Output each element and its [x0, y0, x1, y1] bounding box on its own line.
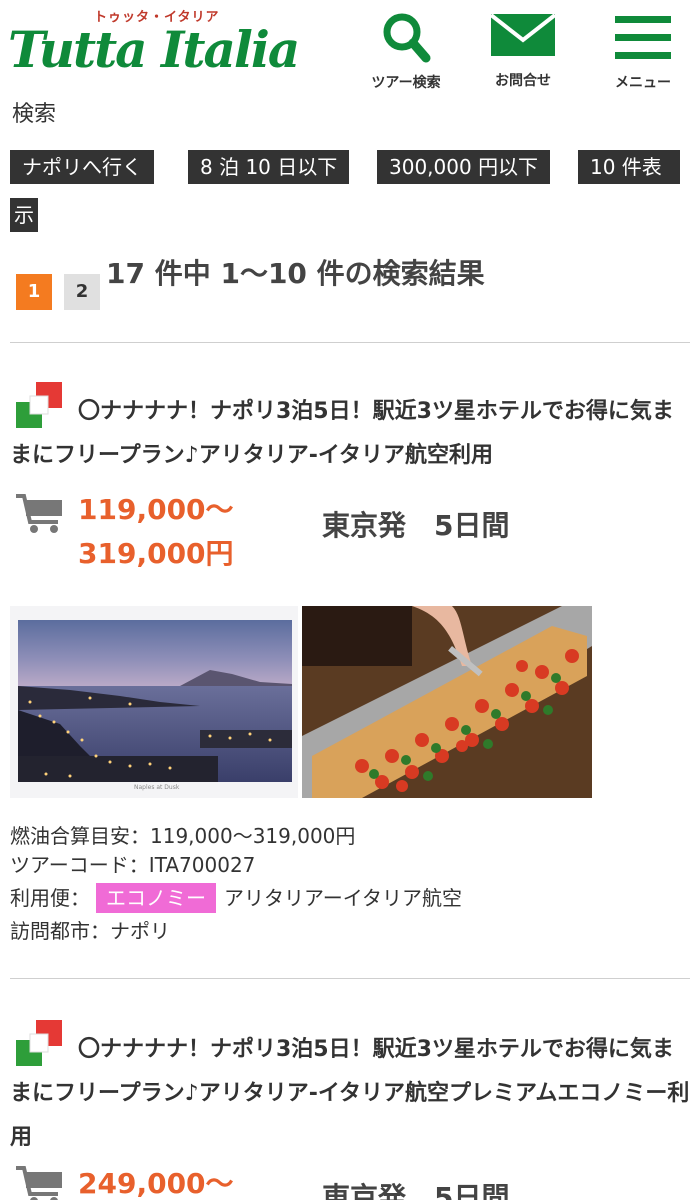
logo-wordmark: Tutta Italia — [8, 20, 300, 79]
nav-menu[interactable]: メニュー — [593, 10, 693, 96]
tour-cities: 訪問都市：ナポリ — [10, 919, 170, 943]
divider — [10, 342, 690, 343]
tour-title[interactable]: 〇ナナナナ！ナポリ3泊5日！駅近3ツ星ホテルでお得に気ままにフリープラン♪アリタ… — [10, 390, 690, 478]
site-header: トゥッタ・イタリア Tutta Italia ツアー検索 お問合せ メニュー — [0, 0, 700, 100]
tour-flight: 利用便： エコノミー アリタリアーイタリア航空 — [10, 882, 462, 913]
tag-display-count[interactable]: 10 件表 — [578, 150, 680, 184]
tour-code: ツアーコード：ITA700027 — [10, 853, 256, 877]
naples-photo-image — [18, 620, 292, 798]
tour-card[interactable]: 〇ナナナナ！ナポリ3泊5日！駅近3ツ星ホテルでお得に気ままにフリープラン♪アリタ… — [0, 380, 700, 970]
divider — [10, 978, 690, 979]
result-count: 17 件中 1〜10 件の検索結果 — [106, 257, 485, 290]
nav-tour-search-label: ツアー検索 — [371, 75, 441, 91]
tour-fuel-estimate: 燃油合算目安：119,000〜319,000円 — [10, 824, 356, 848]
page-button-1[interactable]: 1 — [16, 274, 52, 310]
tour-card[interactable]: 〇ナナナナ！ナポリ3泊5日！駅近3ツ星ホテルでお得に気ままにフリープラン♪アリタ… — [0, 1018, 700, 1200]
search-icon — [383, 13, 431, 63]
cart-icon — [16, 494, 62, 533]
tour-photo-naples[interactable]: Naples at Dusk — [10, 606, 298, 798]
search-section-title: 検索 — [12, 102, 57, 127]
tour-price-from: 249,000〜 — [78, 1167, 234, 1200]
economy-class-badge: エコノミー — [96, 883, 216, 913]
photo-caption: Naples at Dusk — [134, 784, 180, 791]
page-button-2[interactable]: 2 — [64, 274, 100, 310]
mail-icon — [490, 13, 556, 56]
tour-price-from: 119,000〜 — [78, 493, 234, 526]
site-logo[interactable]: トゥッタ・イタリア Tutta Italia — [8, 6, 348, 86]
tag-destination[interactable]: ナポリへ行く — [10, 150, 154, 184]
tour-airline: アリタリアーイタリア航空 — [224, 886, 462, 910]
tour-price: 119,000〜 319,000円 — [78, 488, 278, 576]
cart-icon — [16, 1166, 62, 1200]
tag-display-count-cont[interactable]: 示 — [10, 198, 38, 232]
tour-departure: 東京発 5日間 — [322, 1181, 510, 1200]
tag-duration[interactable]: 8 泊 10 日以下 — [188, 150, 350, 184]
nav-menu-label: メニュー — [615, 75, 671, 91]
nav-contact[interactable]: お問合せ — [473, 10, 573, 96]
nav-contact-label: お問合せ — [495, 73, 551, 89]
tour-flight-label: 利用便： — [10, 886, 90, 910]
menu-icon — [615, 16, 671, 59]
tour-departure: 東京発 5日間 — [322, 509, 510, 542]
tour-title[interactable]: 〇ナナナナ！ナポリ3泊5日！駅近3ツ星ホテルでお得に気ままにフリープラン♪アリタ… — [10, 1028, 690, 1160]
nav-tour-search[interactable]: ツアー検索 — [356, 10, 456, 96]
tour-price-to: 319,000円 — [78, 537, 234, 570]
tag-price[interactable]: 300,000 円以下 — [377, 150, 551, 184]
pizza-photo-image — [302, 606, 592, 798]
tour-photo-pizza[interactable] — [302, 606, 592, 798]
